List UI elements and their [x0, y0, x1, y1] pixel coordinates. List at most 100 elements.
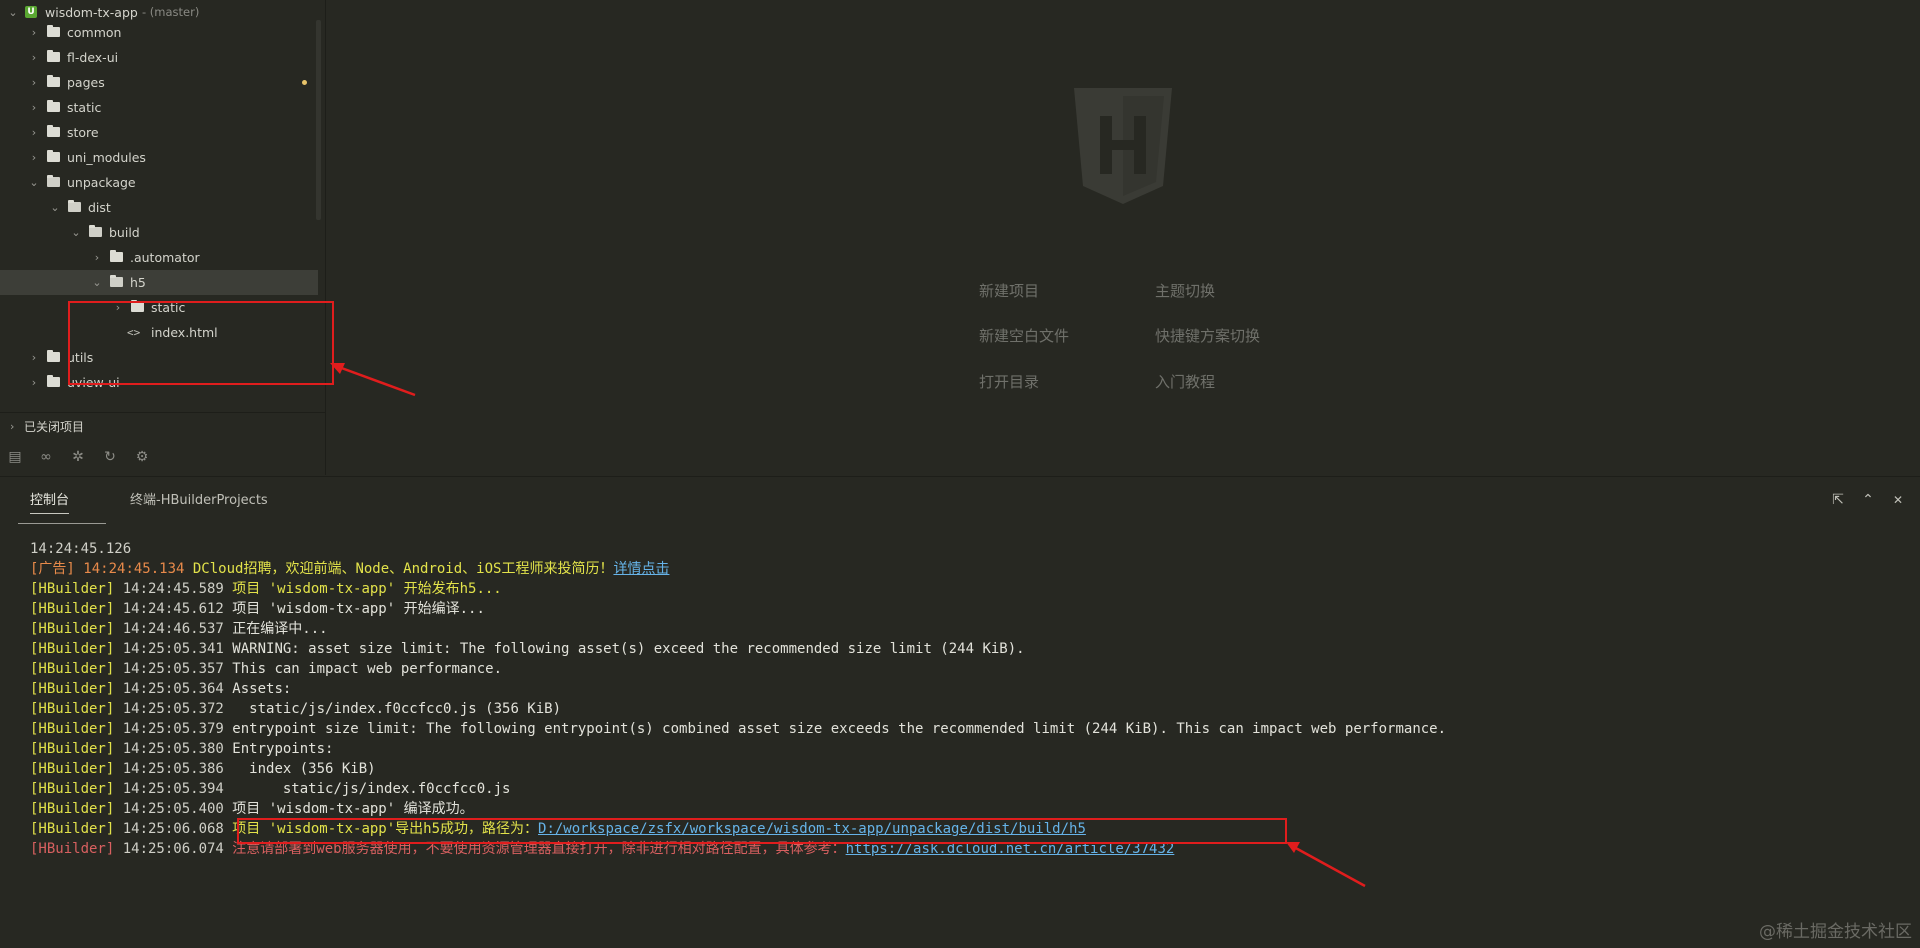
console-text: [HBuilder] — [30, 821, 123, 837]
project-manager-icon[interactable]: ▤ — [6, 448, 24, 466]
console-line: [HBuilder] 14:25:05.372 static/js/index.… — [30, 699, 1890, 719]
tab-terminal[interactable]: 终端-HBuilderProjects — [130, 489, 268, 513]
console-text: 14:25:06.068 — [122, 821, 233, 837]
tree-item[interactable]: › fl-dex-ui — [0, 45, 318, 70]
console-text: 14:24:45.134 — [83, 561, 193, 577]
tree-item[interactable]: ⌄ h5 — [0, 270, 318, 295]
folder-open-icon — [110, 275, 123, 287]
chevron-down-icon[interactable]: ⌄ — [90, 270, 104, 295]
chevron-up-icon[interactable]: ⌃ — [1859, 491, 1877, 509]
refresh-icon[interactable]: ↻ — [101, 448, 119, 466]
project-explorer: ⌄ U wisdom-tx-app - (master) › common › fl-… — [0, 0, 326, 475]
console-text: [HBuilder] — [30, 841, 123, 857]
console-text: 14:25:05.341 — [122, 641, 233, 657]
chevron-right-icon[interactable]: › — [27, 70, 41, 95]
panel-tabs: 控制台 终端-HBuilderProjects ⇱ ⌃ ✕ — [0, 477, 1920, 525]
chevron-right-icon[interactable]: › — [27, 370, 41, 395]
welcome-link[interactable]: 主题切换 — [1155, 280, 1215, 301]
welcome-link[interactable]: 快捷键方案切换 — [1155, 325, 1260, 346]
console-text: index (356 KiB) — [232, 761, 376, 777]
chevron-down-icon[interactable]: ⌄ — [27, 170, 41, 195]
chevron-right-icon[interactable]: › — [90, 245, 104, 270]
tree-item-label: dist — [88, 200, 111, 215]
console-text: 项目 'wisdom-tx-app' 开始发布h5... — [232, 581, 502, 597]
welcome-link[interactable]: 打开目录 — [979, 371, 1039, 392]
tree-scrollbar[interactable] — [316, 20, 321, 220]
console-text: Entrypoints: — [232, 741, 334, 757]
console-text: 14:24:45.589 — [122, 581, 233, 597]
tree-item[interactable]: › static — [0, 295, 318, 320]
welcome-link[interactable]: 新建空白文件 — [979, 325, 1069, 346]
chevron-right-icon[interactable]: › — [27, 145, 41, 170]
tree-item-label: uview-ui — [67, 375, 120, 390]
console-text: Assets: — [232, 681, 292, 697]
console-text: WARNING: asset size limit: The following… — [232, 641, 1025, 657]
tree-item-label: fl-dex-ui — [67, 50, 119, 65]
console-line: [HBuilder] 14:25:05.379 entrypoint size … — [30, 719, 1890, 739]
bug-icon[interactable]: ✲ — [69, 448, 87, 466]
folder-icon — [47, 25, 60, 37]
console-line: [HBuilder] 14:25:05.380 Entrypoints: — [30, 739, 1890, 759]
console-link[interactable]: https://ask.dcloud.net.cn/article/37432 — [846, 841, 1175, 857]
tree-item[interactable]: ⌄ unpackage — [0, 170, 318, 195]
tree-item[interactable]: <> index.html — [0, 320, 318, 345]
chevron-down-icon[interactable]: ⌄ — [69, 220, 83, 245]
console-text: [HBuilder] — [30, 781, 123, 797]
console-text: [HBuilder] — [30, 661, 123, 677]
folder-icon — [47, 75, 60, 87]
chevron-right-icon[interactable]: › — [27, 120, 41, 145]
export-log-icon[interactable]: ⇱ — [1829, 491, 1847, 509]
tree-item[interactable]: › static — [0, 95, 318, 120]
console-line: 14:24:45.126 — [30, 539, 1890, 559]
console-line: [HBuilder] 14:25:05.394 static/js/index.… — [30, 779, 1890, 799]
tree-item[interactable]: › common — [0, 20, 318, 45]
console-text: 14:25:05.386 — [122, 761, 233, 777]
tree-item-label: static — [151, 300, 186, 315]
chevron-right-icon[interactable]: › — [111, 295, 125, 320]
chevron-right-icon[interactable]: › — [27, 345, 41, 370]
console-text: [HBuilder] — [30, 601, 123, 617]
binoculars-icon[interactable]: ∞ — [37, 448, 55, 466]
console-link[interactable]: 详情点击 — [613, 561, 669, 577]
console-text: entrypoint size limit: The following ent… — [232, 721, 1447, 737]
chevron-right-icon[interactable]: › — [27, 45, 41, 70]
plugin-icon[interactable]: ⚙ — [133, 448, 151, 466]
welcome-link[interactable]: 新建项目 — [979, 280, 1039, 301]
console-text: 14:24:45.126 — [30, 541, 132, 557]
closed-projects[interactable]: › 已关闭项目 — [0, 412, 325, 441]
folder-icon — [47, 125, 60, 137]
folder-open-icon — [47, 175, 60, 187]
tree-item[interactable]: › .automator — [0, 245, 318, 270]
tab-console[interactable]: 控制台 — [30, 489, 70, 514]
closed-projects-label: 已关闭项目 — [24, 420, 85, 434]
tree-item-label: unpackage — [67, 175, 136, 190]
tree-item-label: utils — [67, 350, 94, 365]
tree-item[interactable]: › uni_modules — [0, 145, 318, 170]
file-tree: › common › fl-dex-ui › pages › static › store › uni… — [0, 20, 318, 410]
chevron-right-icon[interactable]: › — [27, 20, 41, 45]
watermark: @稀土掘金技术社区 — [1759, 922, 1912, 942]
tree-item[interactable]: › pages — [0, 70, 318, 95]
console-line: [HBuilder] 14:25:05.364 Assets: — [30, 679, 1890, 699]
console-text: 14:24:45.612 — [122, 601, 233, 617]
console-output: 14:24:45.126 [广告] 14:24:45.134 DCloud招聘，欢… — [30, 539, 1890, 859]
console-text: 14:25:05.372 — [122, 701, 233, 717]
hbuilder-logo-icon — [1074, 88, 1172, 204]
console-text: static/js/index.f0ccfcc0.js (356 KiB) — [232, 701, 562, 717]
clear-close-icon[interactable]: ✕ — [1889, 491, 1907, 509]
tree-item[interactable]: ⌄ build — [0, 220, 318, 245]
chevron-down-icon[interactable]: ⌄ — [48, 195, 62, 220]
console-link[interactable]: D:/workspace/zsfx/workspace/wisdom-tx-ap… — [538, 821, 1086, 837]
tree-item-label: store — [67, 125, 99, 140]
tree-item[interactable]: › uview-ui — [0, 370, 318, 395]
chevron-right-icon[interactable]: › — [27, 95, 41, 120]
console-line: [HBuilder] 14:25:05.341 WARNING: asset s… — [30, 639, 1890, 659]
welcome-link[interactable]: 入门教程 — [1155, 371, 1215, 392]
modified-dot-icon — [302, 80, 307, 85]
console-text: This can impact web performance. — [232, 661, 503, 677]
folder-icon — [47, 375, 60, 387]
tree-item[interactable]: › utils — [0, 345, 318, 370]
tree-item[interactable]: ⌄ dist — [0, 195, 318, 220]
tree-item[interactable]: › store — [0, 120, 318, 145]
console-text: 14:25:05.364 — [122, 681, 233, 697]
